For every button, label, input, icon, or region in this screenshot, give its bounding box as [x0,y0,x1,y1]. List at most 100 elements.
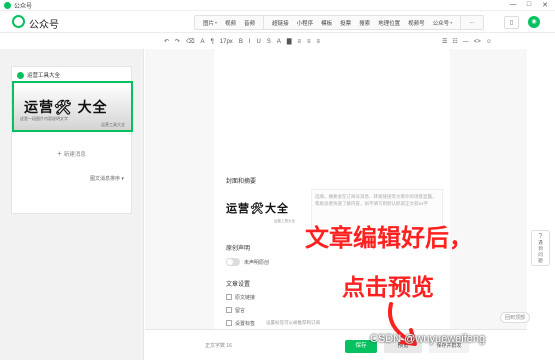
insert-toolbar-group: 超链接 小程序 模板 投票 搜索 地理位置 视频号 公众号 ▾ [264,16,462,29]
format-tool-icon[interactable]: A [277,39,281,45]
format-tool-icon[interactable]: U [257,39,261,45]
original-declaration-title: 原创声明 [226,246,251,252]
insert-toolbar: 图片 ▾ 视频 音频 超链接 小程序 模板 投票 搜索 地理位置 视频号 公众号 ▾ ··· [194,15,484,30]
article-list-panel: 运营工具大全 运营🛠 大全 这是一段图片内容说明文字 运营工具大全 + 新建消息 … [0,49,144,360]
format-tool-icon[interactable]: 17px [220,39,233,45]
annotation-line-2: 点击预览 [342,275,434,301]
insert-toolbar-item[interactable]: 地理位置 [378,19,400,27]
format-tool-icon[interactable]: — [463,39,469,45]
format-tool-icon[interactable]: B [239,39,243,45]
insert-toolbar-item[interactable]: 音频 [244,19,255,27]
format-tool-icon[interactable]: ≡ [317,39,321,45]
editor-area: 封面和摘要 运营🛠大全 运营工具大全 选填，摘要会在订阅号消息、转发链接等文章外… [145,49,527,329]
format-tool-icon[interactable]: I [249,39,251,45]
window-title: 公众号 [14,3,33,10]
insert-toolbar-item-label: 模板 [321,20,333,27]
minimize-button[interactable]: — [507,1,519,8]
insert-toolbar-item[interactable]: 图片 ▾ [203,19,217,27]
cover-preview-caption: 运营工具大全 [274,219,295,223]
insert-toolbar-item[interactable]: 小程序 [297,19,314,27]
format-tool-icon[interactable]: ☰ [442,38,447,45]
new-message-button[interactable]: + 新建消息 [12,149,131,158]
cover-summary-title: 封面和摘要 [226,179,257,185]
back-to-top-button[interactable]: 回到顶部 [500,312,531,323]
format-tool-icon[interactable]: ▇ [287,38,292,45]
insert-toolbar-item-label: 音频 [244,20,256,27]
word-count: 正文字数 16 [205,343,232,349]
question-icon: ? [538,233,543,240]
window-titlebar: 公众号 — □ ✕ [0,0,555,11]
tag-note: 设置标签可以被推荐和订阅 [266,320,320,325]
cover-preview-text: 运营🛠大全 [226,203,289,215]
cover-preview[interactable]: 运营🛠大全 运营工具大全 [226,194,306,228]
avatar[interactable]: ◉ [528,16,540,28]
insert-toolbar-item[interactable]: 搜索 [359,19,370,27]
insert-toolbar-item-label: 视频 [225,20,237,27]
maximize-button[interactable]: □ [523,1,535,8]
sort-link[interactable]: 图文消息排序 ▾ [90,175,124,182]
account-avatar-icon [17,71,24,79]
article-settings-title: 文章设置 [226,282,251,288]
insert-toolbar-item[interactable]: 超链接 [272,19,289,27]
cover-image-subtext: 这是一段图片内容说明文字 [20,116,68,121]
insert-toolbar-item-label: 小程序 [296,20,314,27]
format-tool-icon[interactable]: ⌫ [186,38,194,45]
format-tool-icon[interactable]: ≡ [307,39,311,45]
format-tool-icon[interactable]: ≡ [298,39,302,45]
plus-icon: + [57,149,62,158]
format-tool-icon[interactable]: ☺ [486,39,492,45]
logo-icon [12,15,25,28]
help-float-label: 遇到问题 [538,240,543,263]
insert-toolbar-item-label: 搜索 [359,20,371,27]
app-header: 公众号 图片 ▾ 视频 音频 超链接 小程序 模板 投票 搜索 地理位置 视频号 公众号 ▾ ··· ▯ … [0,11,555,33]
insert-toolbar-item-label: 视频号 [408,20,425,27]
format-tool-icon[interactable]: ↷ [175,38,180,45]
insert-toolbar-item-label: 公众号 [432,20,450,27]
format-tool-icon[interactable]: A [201,39,205,45]
insert-toolbar-item[interactable]: 公众号 ▾ [433,19,453,27]
format-tool-icon[interactable]: S [267,39,271,45]
cover-image-text: 运营🛠 大全 [24,99,108,115]
insert-toolbar-item-label: ··· [469,19,475,26]
insert-toolbar-item[interactable]: 视频 [225,19,236,27]
format-tool-icon[interactable]: ↶ [164,38,169,45]
cover-image-caption: 运营工具大全 [101,122,125,127]
close-button[interactable]: ✕ [539,1,551,9]
insert-toolbar-item-label: 超链接 [272,20,289,27]
insert-toolbar-item[interactable]: 模板 [321,19,332,27]
annotation-line-1: 文章编辑好后， [305,224,473,252]
original-toggle-label: 未声明原创 [244,260,270,266]
chevron-down-icon: ▾ [450,20,453,25]
insert-toolbar-item[interactable]: 视频号 [408,19,425,27]
insert-toolbar-item-label: 地理位置 [378,20,401,27]
article-card[interactable]: 运营工具大全 运营🛠 大全 这是一段图片内容说明文字 运营工具大全 + 新建消息 [11,66,133,214]
tag-label: 设置标签 [235,321,256,327]
watermark: CSDN @wuyueweifeng [370,333,486,345]
format-tool-icon[interactable]: ¶ [211,39,214,45]
article-card-header: 运营工具大全 [17,71,60,79]
comment-checkbox[interactable] [226,307,232,313]
summary-placeholder: 选填，摘要会在订阅号消息、转发链接等文章外的场景显露，帮助读者快速了解内容，如不… [315,194,437,206]
new-message-label: 新建消息 [63,152,86,158]
insert-toolbar-item-label: 图片 [203,20,215,27]
help-float[interactable]: ? 遇到问题 [531,230,550,266]
chevron-down-icon: ▾ [215,20,218,25]
comment-label: 留言 [235,308,246,314]
article-card-title: 运营工具大全 [27,73,61,79]
original-link-checkbox[interactable] [226,294,232,300]
original-toggle[interactable] [226,258,240,266]
original-link-label: 原文链接 [235,295,256,301]
app-icon [4,1,11,9]
format-tool-icon[interactable]: ☷ [452,38,457,45]
insert-toolbar-group: ··· [461,16,483,29]
phone-preview-icon[interactable]: ▯ [504,16,519,29]
format-tool-icon[interactable]: <> [474,39,481,45]
insert-toolbar-group: 图片 ▾ 视频 音频 [195,16,265,29]
article-cover-image[interactable]: 运营🛠 大全 这是一段图片内容说明文字 运营工具大全 [12,81,133,132]
insert-toolbar-item[interactable]: ··· [469,20,475,26]
insert-toolbar-item-label: 投票 [340,20,352,27]
insert-toolbar-item[interactable]: 投票 [340,19,351,27]
app-logo-text: 公众号 [29,20,59,31]
format-toolbar-right: ☰ ☷ — <> ☺ [442,34,497,49]
tag-checkbox[interactable] [226,320,232,326]
